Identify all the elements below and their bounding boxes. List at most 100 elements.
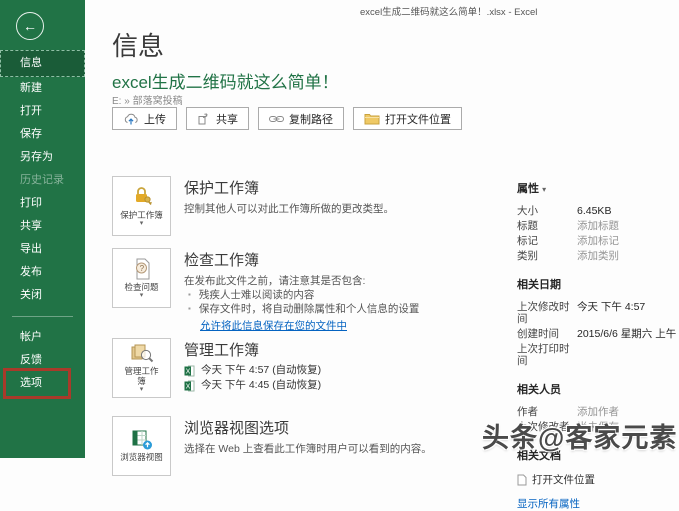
inspect-section-title: 检查工作簿	[184, 249, 419, 270]
sidebar-item-share[interactable]: 共享	[0, 215, 85, 238]
document-title: excel生成二维码就这么简单！	[112, 68, 339, 93]
add-title-field[interactable]: 添加标题	[577, 220, 619, 232]
inspect-bullet-personal-info: 保存文件时，将自动删除属性和个人信息的设置	[184, 302, 419, 316]
date-row-printed: 上次打印时间	[517, 343, 679, 367]
properties-header-dropdown[interactable]: 属性 ▾	[517, 180, 679, 196]
sidebar-item-options[interactable]: 选项	[0, 372, 85, 395]
last-modified-by-value: 尚未保存	[577, 421, 619, 433]
inspect-section-intro: 在发布此文件之前，请注意其是否包含:	[184, 274, 419, 288]
link-icon	[269, 115, 284, 123]
people-row-last-modified-by: 上次修改者 尚未保存	[517, 421, 679, 433]
created-value: 2015/6/6 星期六 上午 2:19	[577, 328, 679, 340]
date-row-modified: 上次修改时间 今天 下午 4:57	[517, 301, 679, 325]
svg-text:X: X	[186, 383, 191, 390]
share-icon	[197, 112, 211, 125]
check-for-issues-dropdown[interactable]: ? 检查问题 ▾	[112, 248, 171, 308]
sidebar-item-save[interactable]: 保存	[0, 123, 85, 146]
browser-view-section-desc: 选择在 Web 上查看此工作簿时用户可以看到的内容。	[184, 442, 432, 456]
title-label: 标题	[517, 220, 577, 232]
sidebar-item-feedback[interactable]: 反馈	[0, 349, 85, 372]
property-row-category: 类别 添加类别	[517, 250, 679, 262]
excel-file-icon: X	[184, 380, 196, 392]
protect-section-title: 保护工作簿	[184, 177, 394, 198]
allow-info-save-link[interactable]: 允许将此信息保存在您的文件中	[200, 319, 347, 334]
printed-label: 上次打印时间	[517, 343, 577, 367]
inspect-bullet2-text: 保存文件时，将自动删除属性和个人信息的设置	[199, 302, 420, 316]
open-file-location-link[interactable]: 打开文件位置	[517, 472, 679, 487]
section-manage-workbook: 管理工作簿 ▾ 管理工作簿 X 今天 下午 4:57 (自动恢复) X 今天 下…	[112, 338, 321, 398]
size-value: 6.45KB	[577, 205, 611, 217]
add-category-field[interactable]: 添加类别	[577, 250, 619, 262]
autorecover-version-1-label: 今天 下午 4:57 (自动恢复)	[201, 364, 321, 377]
sidebar-item-new[interactable]: 新建	[0, 77, 85, 100]
date-row-created: 创建时间 2015/6/6 星期六 上午 2:19	[517, 328, 679, 340]
share-button[interactable]: 共享	[186, 107, 249, 130]
autorecover-version-1[interactable]: X 今天 下午 4:57 (自动恢复)	[184, 364, 321, 377]
sidebar-item-publish[interactable]: 发布	[0, 261, 85, 284]
back-button[interactable]: ←	[16, 12, 44, 40]
manage-section-title: 管理工作簿	[184, 339, 321, 360]
section-protect-workbook: 保护工作簿 ▾ 保护工作簿 控制其他人可以对此工作簿所做的更改类型。	[112, 176, 394, 236]
document-toolbar: 上传 共享 复制路径 打开文件位置	[112, 107, 462, 130]
inspect-bullet-accessibility: 残疾人士难以阅读的内容	[184, 288, 419, 302]
browser-view-section-title: 浏览器视图选项	[184, 417, 432, 438]
workbook-web-view-icon	[131, 430, 153, 450]
sidebar-item-export[interactable]: 导出	[0, 238, 85, 261]
info-properties-panel: 属性 ▾ 大小 6.45KB 标题 添加标题 标记 添加标记 类别 添加类别 相…	[517, 180, 679, 511]
upload-button[interactable]: 上传	[112, 107, 177, 130]
window-title: excel生成二维码就这么简单！.xlsx - Excel	[360, 4, 537, 18]
related-people-header: 相关人员	[517, 381, 679, 397]
add-tags-field[interactable]: 添加标记	[577, 235, 619, 247]
lock-key-icon	[131, 186, 153, 208]
inspect-document-icon: ?	[132, 258, 152, 280]
sidebar-item-history: 历史记录	[0, 169, 85, 192]
sidebar-item-open[interactable]: 打开	[0, 100, 85, 123]
svg-text:?: ?	[139, 264, 144, 273]
document-icon	[517, 474, 527, 486]
protect-workbook-dropdown[interactable]: 保护工作簿 ▾	[112, 176, 171, 236]
property-row-title: 标题 添加标题	[517, 220, 679, 232]
property-row-size: 大小 6.45KB	[517, 205, 679, 217]
show-all-properties-link[interactable]: 显示所有属性	[517, 496, 679, 511]
inspect-tile-label: 检查问题	[124, 282, 158, 292]
sidebar-item-account[interactable]: 帐户	[0, 326, 85, 349]
manage-workbook-dropdown[interactable]: 管理工作簿 ▾	[112, 338, 171, 398]
sidebar-divider	[12, 316, 73, 317]
browser-view-tile-label: 浏览器视图	[120, 452, 163, 462]
inspect-bullet1-text: 残疾人士难以阅读的内容	[199, 288, 315, 302]
autorecover-version-2[interactable]: X 今天 下午 4:45 (自动恢复)	[184, 379, 321, 392]
dropdown-caret-icon: ▾	[140, 386, 144, 393]
sidebar-nav: 信息 新建 打开 保存 另存为 历史记录 打印 共享 导出 发布 关闭 帐户 反…	[0, 50, 85, 395]
excel-file-icon: X	[184, 365, 196, 377]
manage-tile-label: 管理工作簿	[121, 366, 163, 386]
modified-label: 上次修改时间	[517, 301, 577, 325]
sidebar-item-options-label: 选项	[20, 377, 42, 389]
folder-icon	[364, 113, 380, 125]
share-label: 共享	[216, 111, 238, 127]
sidebar-item-print[interactable]: 打印	[0, 192, 85, 215]
add-author-field[interactable]: 添加作者	[577, 406, 619, 418]
protect-tile-label: 保护工作簿	[120, 210, 163, 220]
copy-path-button[interactable]: 复制路径	[258, 107, 344, 130]
backstage-sidebar: ← 信息 新建 打开 保存 另存为 历史记录 打印 共享 导出 发布 关闭 帐户…	[0, 0, 85, 458]
copy-path-label: 复制路径	[289, 111, 333, 127]
sidebar-item-save-as[interactable]: 另存为	[0, 146, 85, 169]
back-arrow-icon: ←	[23, 18, 37, 34]
related-dates-header: 相关日期	[517, 276, 679, 292]
author-label: 作者	[517, 406, 577, 418]
breadcrumb: E: » 部落窝投稿	[112, 92, 183, 107]
created-label: 创建时间	[517, 328, 577, 340]
sidebar-item-close[interactable]: 关闭	[0, 284, 85, 307]
size-label: 大小	[517, 205, 577, 217]
autorecover-version-2-label: 今天 下午 4:45 (自动恢复)	[201, 379, 321, 392]
section-browser-view-options: 浏览器视图 浏览器视图选项 选择在 Web 上查看此工作簿时用户可以看到的内容。	[112, 416, 432, 476]
related-documents-header: 相关文档	[517, 447, 679, 463]
tags-label: 标记	[517, 235, 577, 247]
protect-section-desc: 控制其他人可以对此工作簿所做的更改类型。	[184, 202, 394, 216]
category-label: 类别	[517, 250, 577, 262]
sidebar-item-info[interactable]: 信息	[0, 50, 85, 77]
open-file-location-button[interactable]: 打开文件位置	[353, 107, 462, 130]
dropdown-caret-icon: ▾	[140, 220, 144, 227]
browser-view-options-button[interactable]: 浏览器视图	[112, 416, 171, 476]
dropdown-caret-icon: ▾	[140, 292, 144, 299]
